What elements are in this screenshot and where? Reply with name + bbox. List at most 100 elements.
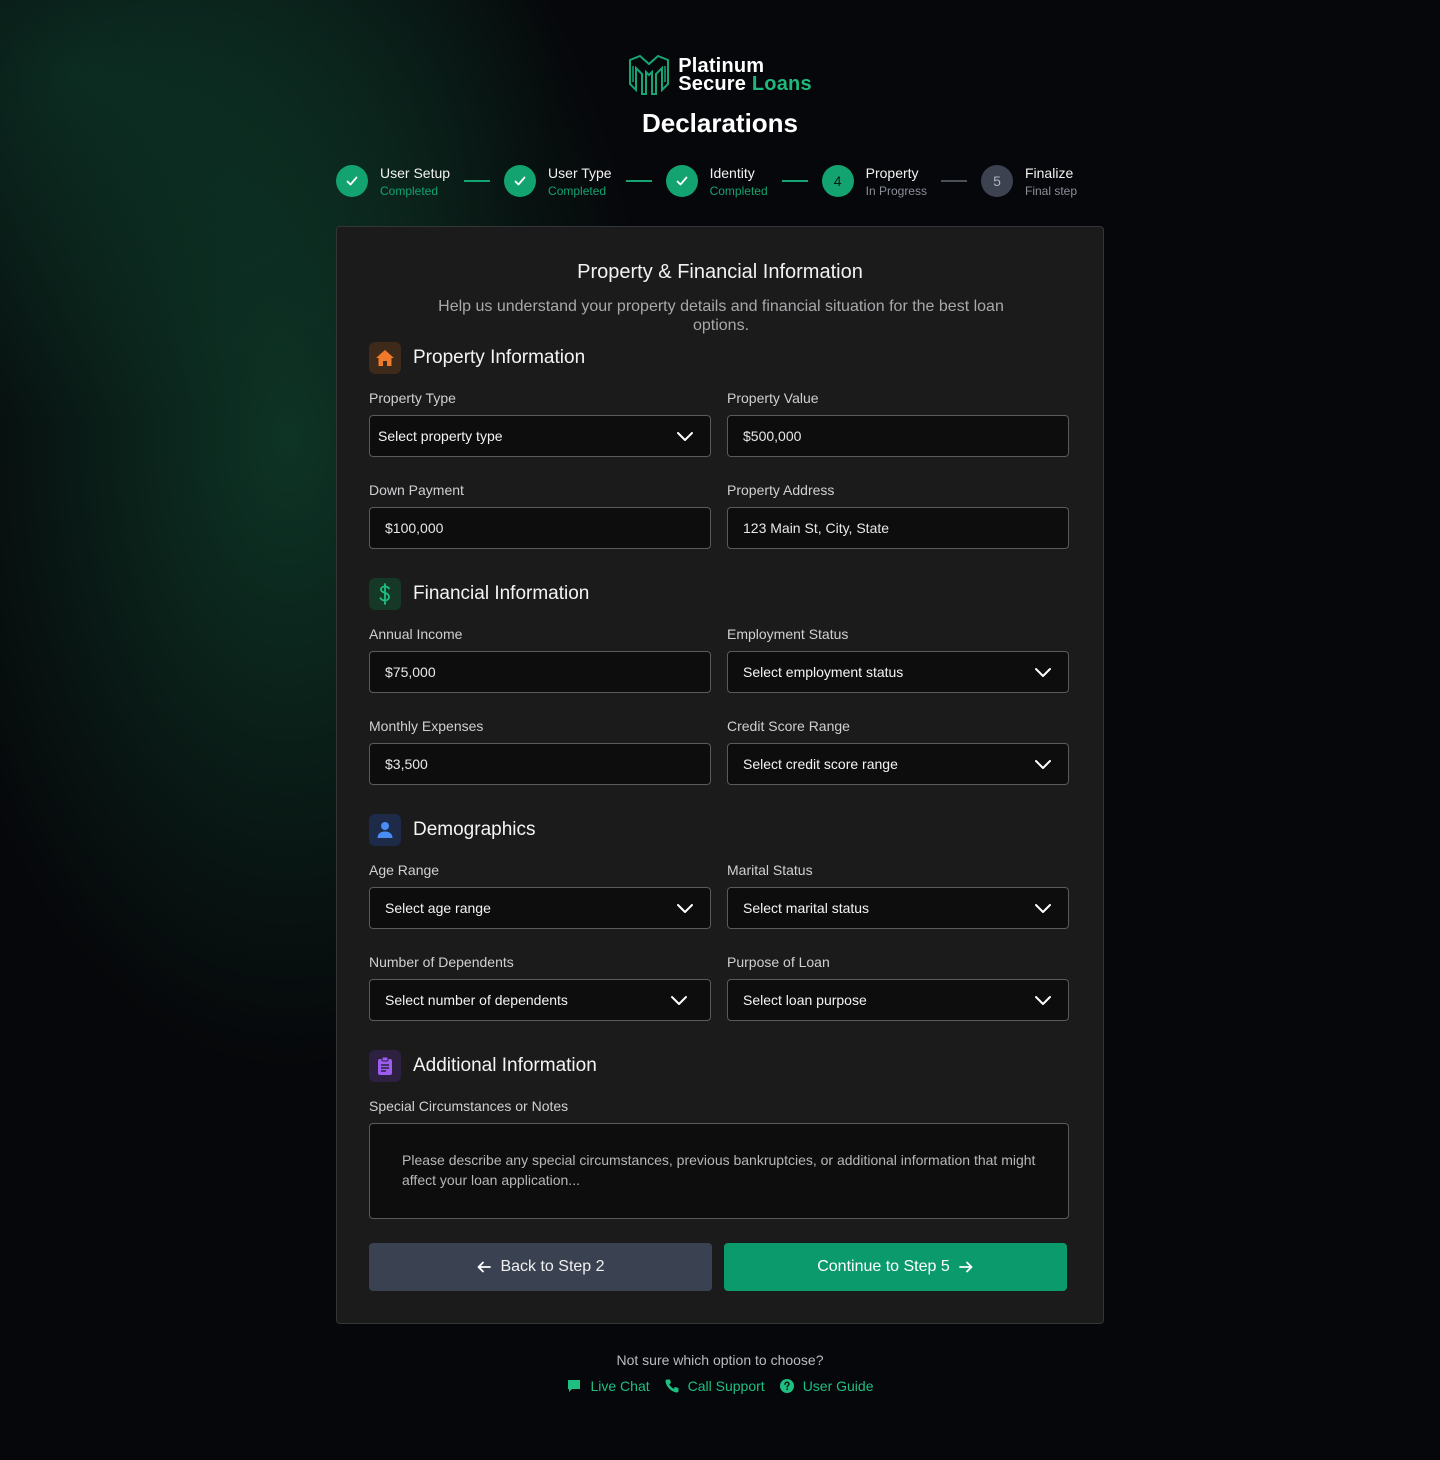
loan-purpose-value: Select loan purpose: [743, 992, 867, 1008]
brand-logo[interactable]: Platinum Secure Loans: [0, 52, 1440, 98]
call-support-link[interactable]: Call Support: [664, 1378, 765, 1394]
check-icon: [336, 165, 368, 197]
logo-mark-icon: [629, 54, 670, 95]
live-chat-link[interactable]: Live Chat: [566, 1378, 650, 1394]
section-financial: Financial Information: [369, 578, 589, 610]
property-type-select[interactable]: Select property type: [369, 415, 711, 457]
loan-purpose-label: Purpose of Loan: [727, 954, 830, 970]
step-number: 4: [821, 165, 854, 197]
step-user-type[interactable]: User Type Completed: [504, 164, 612, 199]
notes-label: Special Circumstances or Notes: [369, 1098, 569, 1114]
dependents-label: Number of Dependents: [369, 954, 514, 970]
step-connector: [464, 180, 491, 182]
help-question: Not sure which option to choose?: [616, 1352, 824, 1368]
step-title: Identity: [709, 164, 755, 181]
user-guide-label: User Guide: [802, 1378, 874, 1394]
down-payment-label: Down Payment: [369, 482, 464, 498]
dependents-select[interactable]: Select number of dependents: [369, 979, 711, 1021]
step-number: 5: [980, 165, 1013, 197]
step-identity[interactable]: Identity Completed: [665, 164, 768, 199]
clipboard-icon: [369, 1050, 401, 1082]
property-value-placeholder: $500,000: [743, 428, 802, 444]
step-title: User Setup: [380, 164, 451, 181]
down-payment-input[interactable]: $100,000: [369, 507, 711, 549]
step-connector: [625, 180, 652, 182]
loan-purpose-select[interactable]: Select loan purpose: [727, 979, 1069, 1021]
employment-status-label: Employment Status: [727, 626, 849, 642]
check-icon: [665, 165, 698, 197]
marital-status-value: Select marital status: [743, 900, 870, 916]
monthly-expenses-label: Monthly Expenses: [369, 718, 484, 734]
step-connector: [781, 180, 808, 182]
page-title: Declarations: [641, 108, 799, 138]
marital-status-label: Marital Status: [727, 862, 813, 878]
section-title: Property Information: [413, 347, 586, 368]
notes-placeholder: Please describe any special circumstance…: [402, 1152, 1036, 1188]
step-status: In Progress: [865, 183, 927, 198]
employment-status-value: Select employment status: [743, 664, 904, 680]
step-title: Property: [865, 164, 919, 181]
call-support-label: Call Support: [687, 1378, 765, 1394]
card-title: Property & Financial Information: [577, 261, 863, 283]
section-demographics: Demographics: [369, 814, 536, 846]
property-address-input[interactable]: 123 Main St, City, State: [727, 507, 1069, 549]
section-property: Property Information: [369, 342, 585, 374]
down-payment-placeholder: $100,000: [385, 520, 444, 536]
help-links: Live Chat Call Support User Guide: [0, 1378, 1440, 1394]
continue-button[interactable]: Continue to Step 5: [724, 1243, 1067, 1291]
step-finalize[interactable]: 5 Finalize Final step: [980, 164, 1078, 199]
step-title: Finalize: [1024, 164, 1074, 181]
back-button-label: Back to Step 2: [500, 1258, 605, 1275]
chevron-down-icon: [1035, 760, 1051, 769]
monthly-expenses-input[interactable]: $3,500: [369, 743, 711, 785]
form-card: Property & Financial Information Help us…: [336, 226, 1104, 1324]
chat-icon: [568, 1380, 581, 1392]
employment-status-select[interactable]: Select employment status: [727, 651, 1069, 693]
phone-icon: [665, 1379, 679, 1393]
brand-word-loans: Loans: [751, 73, 812, 95]
section-title: Demographics: [413, 819, 536, 840]
back-button[interactable]: Back to Step 2: [369, 1243, 712, 1291]
chevron-down-icon: [1035, 904, 1051, 913]
notes-textarea[interactable]: Please describe any special circumstance…: [369, 1123, 1069, 1219]
age-range-value: Select age range: [385, 900, 491, 916]
chevron-down-icon: [671, 996, 687, 1005]
user-guide-link[interactable]: User Guide: [779, 1378, 874, 1394]
arrow-right-icon: [958, 1261, 973, 1273]
property-value-input[interactable]: $500,000: [727, 415, 1069, 457]
section-additional: Additional Information: [369, 1050, 597, 1082]
header: Platinum Secure Loans Declarations: [0, 52, 1440, 139]
credit-score-label: Credit Score Range: [727, 718, 850, 734]
house-icon: [369, 342, 401, 374]
annual-income-input[interactable]: $75,000: [369, 651, 711, 693]
check-icon: [504, 165, 537, 197]
age-range-select[interactable]: Select age range: [369, 887, 711, 929]
annual-income-placeholder: $75,000: [385, 664, 436, 680]
live-chat-label: Live Chat: [590, 1378, 650, 1394]
property-type-label: Property Type: [369, 390, 456, 406]
property-address-placeholder: 123 Main St, City, State: [743, 520, 890, 536]
help-section: Not sure which option to choose? Live Ch…: [0, 1352, 1440, 1394]
user-icon: [369, 814, 401, 846]
chevron-down-icon: [677, 432, 693, 441]
step-user-setup[interactable]: User Setup Completed: [336, 164, 450, 199]
brand-word-secure: Secure: [678, 73, 747, 95]
dependents-value: Select number of dependents: [385, 992, 568, 1008]
step-status: Completed: [380, 183, 439, 198]
chevron-down-icon: [677, 904, 693, 913]
property-value-label: Property Value: [727, 390, 819, 406]
property-type-value: Select property type: [378, 428, 503, 444]
chevron-down-icon: [1035, 668, 1051, 677]
step-status: Final step: [1024, 183, 1078, 198]
step-connector: [940, 180, 967, 182]
step-title: User Type: [548, 164, 612, 181]
continue-button-label: Continue to Step 5: [817, 1258, 950, 1275]
marital-status-select[interactable]: Select marital status: [727, 887, 1069, 929]
step-property[interactable]: 4 Property In Progress: [821, 164, 927, 199]
section-title: Additional Information: [413, 1055, 597, 1076]
step-status: Completed: [548, 183, 607, 198]
monthly-expenses-placeholder: $3,500: [385, 756, 428, 772]
progress-stepper: User Setup Completed User Type Completed…: [336, 162, 1106, 200]
credit-score-select[interactable]: Select credit score range: [727, 743, 1069, 785]
section-title: Financial Information: [413, 583, 590, 604]
